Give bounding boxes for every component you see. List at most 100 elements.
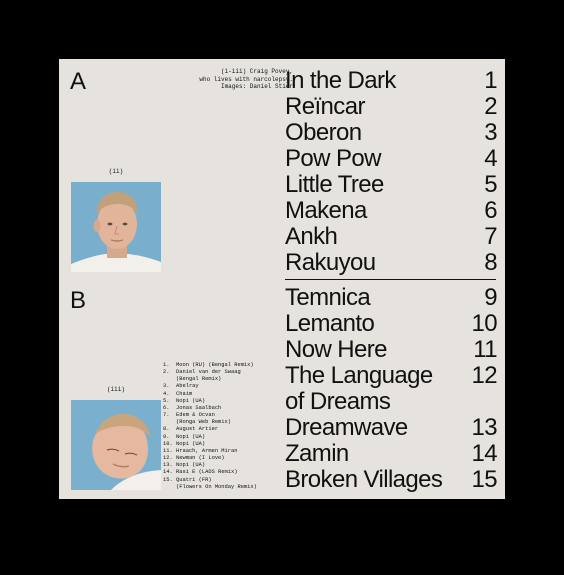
track-number: 9 [484,284,497,311]
list-number: 3. [163,383,170,390]
track-number: 6 [484,197,497,224]
list-item: 12. Newman (I Love) [163,455,275,462]
portrait-photo-ii [71,182,161,272]
track-number: 14 [471,440,498,467]
track-row: In the Dark 1 [285,67,498,94]
track-number: 11 [473,336,497,363]
side-a-letter: A [70,68,87,95]
artist-name: Nopi (UA) [176,397,206,404]
artist-name: Moon (RU) (Bengal Remix) [176,362,254,368]
track-number: 7 [484,223,497,250]
track-number: 13 [471,414,498,441]
list-item: 9. Nopi (UA) [163,434,275,441]
track-title: Now Here [285,336,388,363]
track-row: Zamin 14 [285,440,498,467]
credit-line: who lives with narcolepsy. [199,75,293,83]
artist-remix-note: (Ronga Web Remix) [176,419,231,426]
list-number: 7. [163,412,170,419]
track-row: Broken Villages 15 [285,466,498,493]
side-a-tracklist: In the Dark 1 Reïncar 2 Oberon 3 Pow Pow 4 L… [285,67,498,276]
track-number: 15 [471,466,498,493]
side-divider [285,279,496,280]
track-title: Zamin [285,440,349,467]
artist-name: Nopi (UA) [176,433,206,440]
track-number: 4 [484,145,497,172]
list-number: 4. [163,390,170,397]
list-item: 15. Quatri (FR) [163,477,275,484]
list-number: 11. [163,447,173,454]
track-row: Little Tree 5 [285,171,498,198]
portrait-iii-illustration [71,400,161,490]
track-row: Dreamwave 13 [285,414,498,441]
photo-caption-ii: (ii) [108,168,124,175]
track-row: Pow Pow 4 [285,145,498,172]
track-number: 1 [484,67,497,94]
photo-caption-iii: (iii) [106,386,125,393]
list-item: 6. Jonas Saalbach [163,405,275,412]
track-title: Ankh [285,223,338,250]
list-number: 10. [163,440,173,447]
track-number: 12 [471,362,498,389]
list-item: 10. Nopi (UA) [163,441,275,448]
track-row: Oberon 3 [285,119,498,146]
track-row: Makena 6 [285,197,498,224]
artist-name: Daniel van der Swaag [176,369,241,376]
track-number: 3 [484,119,497,146]
list-number: 12. [163,455,173,462]
artist-name: Nopi (UA) [176,462,206,469]
track-title: Dreamwave [285,414,408,441]
portrait-photo-iii [71,400,161,490]
list-number: 1. [163,362,170,368]
list-item: 1. Moon (RU) (Bengal Remix) [163,362,275,369]
track-title: Reïncar [285,93,365,120]
track-title: Oberon [285,119,362,146]
track-title: Pow Pow [285,145,381,172]
artist-remix-note: (Bengal Remix) [176,376,222,383]
list-item: 2. Daniel van der Swaag [163,369,275,376]
artist-name: Jonas Saalbach [176,404,222,411]
track-row: Temnica 9 [285,284,498,311]
track-title: In the Dark [285,67,396,94]
list-item: 11. Hraach, Armen Miran [163,448,275,455]
list-number: 13. [163,462,173,469]
track-row: Now Here 11 [285,336,498,363]
list-item: 14. Rasi E (LADS Remix) [163,469,275,476]
side-b-tracklist: Temnica 9 Lemanto 10 Now Here 11 The Langua… [285,284,498,493]
credit-line: (i-iii) Craig Povey, [220,68,293,75]
artist-name: Abelray [176,383,199,390]
track-title: Rakuyou [285,249,376,276]
portrait-ii-illustration [71,182,161,272]
track-number: 2 [484,93,497,120]
artist-name: Quatri (FR) [176,476,212,483]
list-item: 13. Nopi (UA) [163,462,275,469]
artist-name: Hraach, Armen Miran [176,447,238,454]
track-number: 8 [484,249,497,276]
side-b-letter: B [70,287,87,314]
track-title: The Language of Dreams [285,362,433,415]
credit-line: Images: Daniel Stier [220,83,293,90]
track-row: Reïncar 2 [285,93,498,120]
list-number: 15. [163,476,173,483]
artist-name: August Artier [176,426,219,433]
track-title: Makena [285,197,367,224]
list-number: 2. [163,369,170,376]
list-number: 9. [163,433,170,440]
artist-name: Newman (I Love) [176,455,225,462]
list-item: 8. August Artier [163,426,275,433]
track-number: 5 [484,171,497,198]
list-number: 14. [163,469,173,476]
list-number: 5. [163,397,170,404]
track-row: Ankh 7 [285,223,498,250]
list-item: 4. Chaim [163,391,275,398]
track-row: Rakuyou 8 [285,249,498,276]
list-number: 8. [163,426,170,433]
artist-name: Chaim [176,390,193,397]
track-title: Lemanto [285,310,375,337]
track-row: Lemanto 10 [285,310,498,337]
artist-name: Edem & Ocvan [176,412,215,419]
track-title: Broken Villages [285,466,443,493]
track-title: Little Tree [285,171,384,198]
track-number: 10 [471,310,498,337]
record-sleeve: A (i-iii) Craig Povey, who lives with na… [59,59,505,499]
list-item: 7. Edem & Ocvan [163,412,275,419]
